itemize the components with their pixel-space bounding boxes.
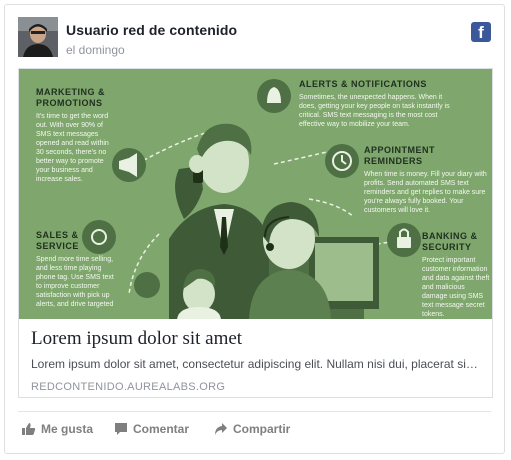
infographic-body: Spend more time selling, and less time p… (36, 256, 114, 308)
like-label: Me gusta (41, 422, 94, 436)
facebook-icon[interactable]: f (471, 22, 491, 42)
action-bar: Me gusta Comentar Compartir (18, 411, 491, 441)
link-title[interactable]: Lorem ipsum dolor sit amet (31, 327, 480, 351)
link-description: Lorem ipsum dolor sit amet, consectetur … (31, 357, 480, 371)
share-button[interactable]: Compartir (214, 422, 290, 436)
infographic-marketing: MARKETING & PROMOTIONS It's time to get … (36, 87, 114, 184)
infographic-title: SALES & SERVICE (36, 230, 79, 251)
link-meta[interactable]: Lorem ipsum dolor sit amet Lorem ipsum d… (19, 319, 492, 397)
infographic-body: When time is money. Fill your diary with… (364, 171, 487, 214)
infographic-title: APPOINTMENT REMINDERS (364, 145, 436, 166)
infographic-appointments: APPOINTMENT REMINDERS When time is money… (364, 145, 489, 215)
comment-button[interactable]: Comentar (114, 422, 189, 436)
comment-label: Comentar (133, 422, 190, 436)
infographic-title: ALERTS & NOTIFICATIONS (299, 79, 427, 89)
share-icon (214, 422, 228, 436)
post-header: Usuario red de contenido el domingo f (18, 17, 491, 61)
comment-icon (114, 422, 128, 436)
infographic-sales: SALES & SERVICE Spend more time selling,… (36, 230, 118, 309)
link-image[interactable]: MARKETING & PROMOTIONS It's time to get … (19, 69, 492, 319)
like-button[interactable]: Me gusta (22, 422, 93, 436)
infographic-banking: BANKING & SECURITY Protect important cus… (422, 231, 490, 319)
avatar[interactable] (18, 17, 58, 57)
link-preview[interactable]: MARKETING & PROMOTIONS It's time to get … (18, 68, 493, 398)
share-label: Compartir (233, 422, 291, 436)
infographic-title: BANKING & SECURITY (422, 231, 478, 252)
author-name[interactable]: Usuario red de contenido (66, 22, 237, 38)
infographic-body: Sometimes, the unexpected happens. When … (299, 94, 450, 128)
thumbs-up-icon (22, 422, 36, 436)
post-timestamp[interactable]: el domingo (66, 43, 125, 57)
link-domain: REDCONTENIDO.AUREALABS.ORG (31, 381, 226, 393)
infographic-title: MARKETING & PROMOTIONS (36, 87, 105, 108)
post-card: Usuario red de contenido el domingo f MA… (4, 4, 505, 454)
infographic-body: Protect important customer information a… (422, 257, 490, 318)
infographic-body: It's time to get the word out. With over… (36, 113, 109, 183)
infographic-alerts: ALERTS & NOTIFICATIONS Sometimes, the un… (299, 79, 459, 129)
